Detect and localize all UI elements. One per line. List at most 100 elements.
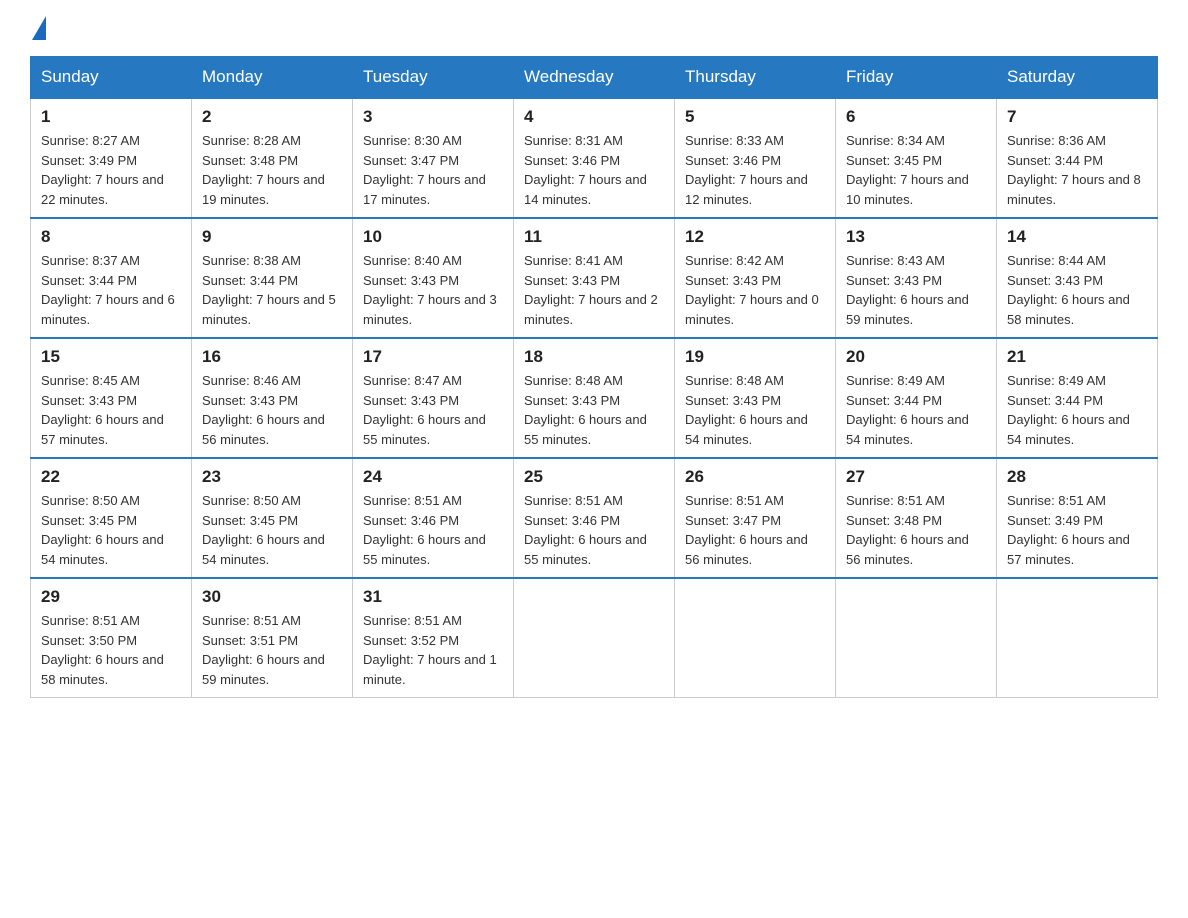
- day-number: 2: [202, 107, 342, 127]
- day-number: 24: [363, 467, 503, 487]
- calendar-cell: [997, 578, 1158, 698]
- day-info: Sunrise: 8:37 AMSunset: 3:44 PMDaylight:…: [41, 251, 181, 329]
- day-number: 1: [41, 107, 181, 127]
- day-number: 5: [685, 107, 825, 127]
- day-info: Sunrise: 8:45 AMSunset: 3:43 PMDaylight:…: [41, 371, 181, 449]
- calendar-week-row: 8 Sunrise: 8:37 AMSunset: 3:44 PMDaylight…: [31, 218, 1158, 338]
- calendar-cell: 13 Sunrise: 8:43 AMSunset: 3:43 PMDayligh…: [836, 218, 997, 338]
- day-info: Sunrise: 8:49 AMSunset: 3:44 PMDaylight:…: [1007, 371, 1147, 449]
- day-info: Sunrise: 8:51 AMSunset: 3:47 PMDaylight:…: [685, 491, 825, 569]
- calendar-cell: 23 Sunrise: 8:50 AMSunset: 3:45 PMDayligh…: [192, 458, 353, 578]
- calendar-cell: 25Sunrise: 8:51 AMSunset: 3:46 PMDayligh…: [514, 458, 675, 578]
- calendar-cell: 26 Sunrise: 8:51 AMSunset: 3:47 PMDayligh…: [675, 458, 836, 578]
- day-number: 10: [363, 227, 503, 247]
- day-number: 29: [41, 587, 181, 607]
- calendar-cell: 30 Sunrise: 8:51 AMSunset: 3:51 PMDayligh…: [192, 578, 353, 698]
- day-number: 30: [202, 587, 342, 607]
- calendar-cell: [675, 578, 836, 698]
- day-number: 7: [1007, 107, 1147, 127]
- calendar-cell: 4 Sunrise: 8:31 AMSunset: 3:46 PMDaylight…: [514, 98, 675, 218]
- day-info: Sunrise: 8:43 AMSunset: 3:43 PMDaylight:…: [846, 251, 986, 329]
- header-friday: Friday: [836, 57, 997, 99]
- day-info: Sunrise: 8:36 AMSunset: 3:44 PMDaylight:…: [1007, 131, 1147, 209]
- calendar-cell: 1 Sunrise: 8:27 AMSunset: 3:49 PMDaylight…: [31, 98, 192, 218]
- day-number: 22: [41, 467, 181, 487]
- day-number: 18: [524, 347, 664, 367]
- calendar-week-row: 22 Sunrise: 8:50 AMSunset: 3:45 PMDayligh…: [31, 458, 1158, 578]
- calendar-cell: 10 Sunrise: 8:40 AMSunset: 3:43 PMDayligh…: [353, 218, 514, 338]
- day-info: Sunrise: 8:46 AMSunset: 3:43 PMDaylight:…: [202, 371, 342, 449]
- day-info: Sunrise: 8:40 AMSunset: 3:43 PMDaylight:…: [363, 251, 503, 329]
- day-info: Sunrise: 8:27 AMSunset: 3:49 PMDaylight:…: [41, 131, 181, 209]
- calendar-cell: 2 Sunrise: 8:28 AMSunset: 3:48 PMDaylight…: [192, 98, 353, 218]
- calendar-cell: 8 Sunrise: 8:37 AMSunset: 3:44 PMDaylight…: [31, 218, 192, 338]
- day-number: 28: [1007, 467, 1147, 487]
- day-info: Sunrise: 8:51 AMSunset: 3:49 PMDaylight:…: [1007, 491, 1147, 569]
- calendar-cell: 11Sunrise: 8:41 AMSunset: 3:43 PMDayligh…: [514, 218, 675, 338]
- day-number: 3: [363, 107, 503, 127]
- day-info: Sunrise: 8:51 AMSunset: 3:46 PMDaylight:…: [524, 491, 664, 569]
- day-info: Sunrise: 8:38 AMSunset: 3:44 PMDaylight:…: [202, 251, 342, 329]
- header-wednesday: Wednesday: [514, 57, 675, 99]
- calendar-cell: [514, 578, 675, 698]
- header-saturday: Saturday: [997, 57, 1158, 99]
- day-number: 20: [846, 347, 986, 367]
- day-info: Sunrise: 8:51 AMSunset: 3:48 PMDaylight:…: [846, 491, 986, 569]
- logo-triangle-icon: [32, 16, 46, 40]
- day-number: 23: [202, 467, 342, 487]
- calendar-cell: 16 Sunrise: 8:46 AMSunset: 3:43 PMDayligh…: [192, 338, 353, 458]
- day-number: 16: [202, 347, 342, 367]
- day-info: Sunrise: 8:49 AMSunset: 3:44 PMDaylight:…: [846, 371, 986, 449]
- day-info: Sunrise: 8:50 AMSunset: 3:45 PMDaylight:…: [202, 491, 342, 569]
- calendar-cell: 7 Sunrise: 8:36 AMSunset: 3:44 PMDaylight…: [997, 98, 1158, 218]
- day-number: 14: [1007, 227, 1147, 247]
- calendar-cell: 27 Sunrise: 8:51 AMSunset: 3:48 PMDayligh…: [836, 458, 997, 578]
- day-number: 12: [685, 227, 825, 247]
- day-number: 17: [363, 347, 503, 367]
- day-number: 31: [363, 587, 503, 607]
- calendar-cell: 18 Sunrise: 8:48 AMSunset: 3:43 PMDayligh…: [514, 338, 675, 458]
- day-info: Sunrise: 8:51 AMSunset: 3:52 PMDaylight:…: [363, 611, 503, 689]
- day-number: 27: [846, 467, 986, 487]
- calendar-header-row: SundayMondayTuesdayWednesdayThursdayFrid…: [31, 57, 1158, 99]
- day-number: 13: [846, 227, 986, 247]
- day-info: Sunrise: 8:50 AMSunset: 3:45 PMDaylight:…: [41, 491, 181, 569]
- day-number: 19: [685, 347, 825, 367]
- calendar-cell: 15 Sunrise: 8:45 AMSunset: 3:43 PMDayligh…: [31, 338, 192, 458]
- day-info: Sunrise: 8:42 AMSunset: 3:43 PMDaylight:…: [685, 251, 825, 329]
- day-info: Sunrise: 8:28 AMSunset: 3:48 PMDaylight:…: [202, 131, 342, 209]
- calendar-cell: 22 Sunrise: 8:50 AMSunset: 3:45 PMDayligh…: [31, 458, 192, 578]
- calendar-cell: 24Sunrise: 8:51 AMSunset: 3:46 PMDayligh…: [353, 458, 514, 578]
- day-info: Sunrise: 8:30 AMSunset: 3:47 PMDaylight:…: [363, 131, 503, 209]
- header-tuesday: Tuesday: [353, 57, 514, 99]
- logo: [30, 20, 46, 36]
- day-info: Sunrise: 8:47 AMSunset: 3:43 PMDaylight:…: [363, 371, 503, 449]
- day-info: Sunrise: 8:51 AMSunset: 3:51 PMDaylight:…: [202, 611, 342, 689]
- day-number: 21: [1007, 347, 1147, 367]
- day-info: Sunrise: 8:31 AMSunset: 3:46 PMDaylight:…: [524, 131, 664, 209]
- day-number: 6: [846, 107, 986, 127]
- calendar-table: SundayMondayTuesdayWednesdayThursdayFrid…: [30, 56, 1158, 698]
- day-info: Sunrise: 8:48 AMSunset: 3:43 PMDaylight:…: [524, 371, 664, 449]
- day-number: 15: [41, 347, 181, 367]
- calendar-cell: 17 Sunrise: 8:47 AMSunset: 3:43 PMDayligh…: [353, 338, 514, 458]
- day-info: Sunrise: 8:34 AMSunset: 3:45 PMDaylight:…: [846, 131, 986, 209]
- calendar-cell: 28 Sunrise: 8:51 AMSunset: 3:49 PMDayligh…: [997, 458, 1158, 578]
- day-number: 8: [41, 227, 181, 247]
- day-info: Sunrise: 8:44 AMSunset: 3:43 PMDaylight:…: [1007, 251, 1147, 329]
- calendar-cell: 12 Sunrise: 8:42 AMSunset: 3:43 PMDayligh…: [675, 218, 836, 338]
- page-header: [30, 20, 1158, 36]
- calendar-cell: [836, 578, 997, 698]
- calendar-cell: 21 Sunrise: 8:49 AMSunset: 3:44 PMDayligh…: [997, 338, 1158, 458]
- day-number: 4: [524, 107, 664, 127]
- header-monday: Monday: [192, 57, 353, 99]
- calendar-cell: 29Sunrise: 8:51 AMSunset: 3:50 PMDayligh…: [31, 578, 192, 698]
- calendar-week-row: 29Sunrise: 8:51 AMSunset: 3:50 PMDayligh…: [31, 578, 1158, 698]
- calendar-cell: 5Sunrise: 8:33 AMSunset: 3:46 PMDaylight…: [675, 98, 836, 218]
- day-number: 9: [202, 227, 342, 247]
- day-info: Sunrise: 8:48 AMSunset: 3:43 PMDaylight:…: [685, 371, 825, 449]
- day-number: 26: [685, 467, 825, 487]
- calendar-cell: 3 Sunrise: 8:30 AMSunset: 3:47 PMDaylight…: [353, 98, 514, 218]
- header-thursday: Thursday: [675, 57, 836, 99]
- calendar-cell: 14 Sunrise: 8:44 AMSunset: 3:43 PMDayligh…: [997, 218, 1158, 338]
